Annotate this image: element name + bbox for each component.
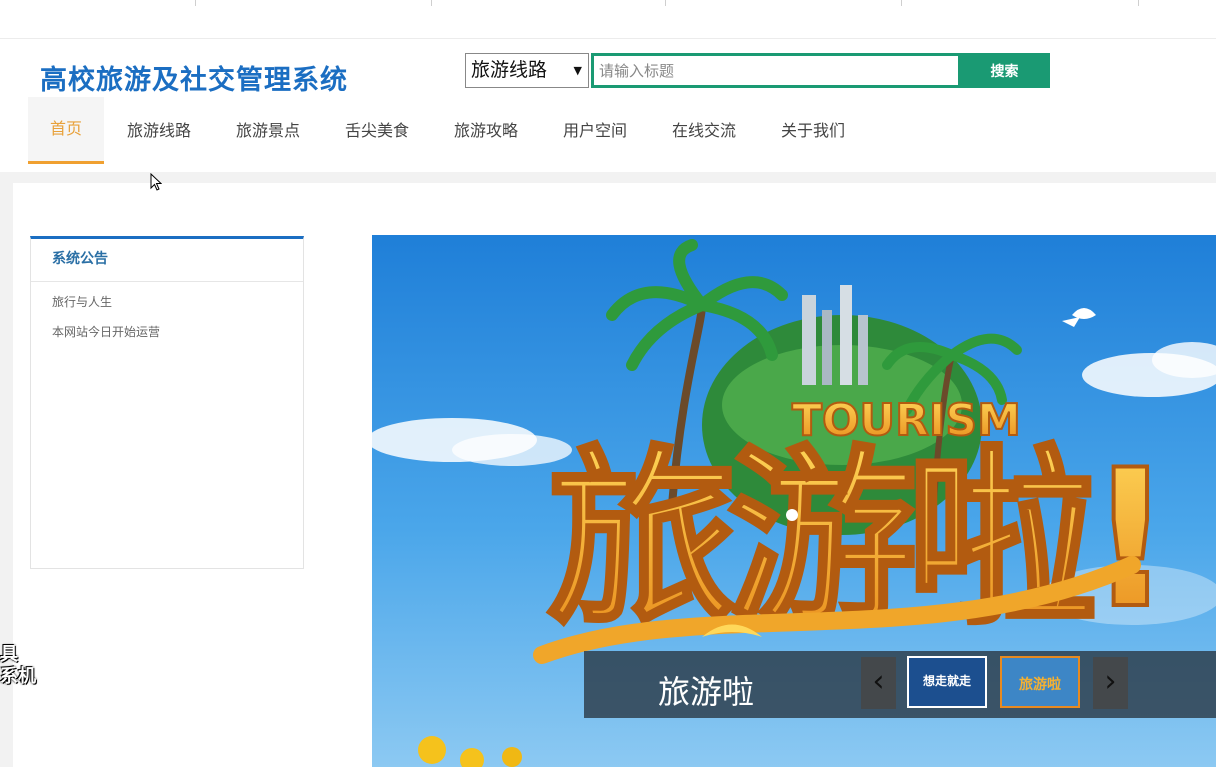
chevron-right-icon: › [1104,664,1117,699]
chevron-left-icon: ‹ [872,664,885,699]
notice-list: 旅行与人生 本网站今日开始运营 [31,282,303,350]
nav-item-about-us[interactable]: 关于我们 [758,97,868,164]
nav-item-routes[interactable]: 旅游线路 [104,97,214,164]
carousel-prev-button[interactable]: ‹ [861,657,896,709]
notice-panel: 系统公告 旅行与人生 本网站今日开始运营 [30,236,304,569]
nav-item-home[interactable]: 首页 [28,97,104,164]
overlay-side-label: 具 系机 [0,644,36,687]
nav-item-guides[interactable]: 旅游攻略 [432,97,540,164]
notice-title: 系统公告 [31,239,303,282]
notice-item[interactable]: 旅行与人生 [52,290,303,320]
tab-segment [195,0,432,6]
tab-segment [665,0,902,6]
search-category-value: 旅游线路 [471,59,548,81]
status-strip [968,758,1216,767]
search-category-select[interactable]: 旅游线路 ▼ [465,53,589,88]
thumbnail-label: 想走就走 [922,674,971,688]
thumbnail-label: 旅游啦 [1019,677,1061,693]
dropdown-arrow-icon: ▼ [573,64,582,77]
search-button[interactable]: 搜索 [959,53,1050,88]
carousel-thumbnail[interactable]: 想走就走 [907,656,987,708]
nav-item-online-chat[interactable]: 在线交流 [650,97,758,164]
notice-item[interactable]: 本网站今日开始运营 [52,320,303,350]
header-divider [0,38,1216,39]
carousel-thumbnail-active[interactable]: 旅游啦 [1000,656,1080,708]
nav-item-scenic-spots[interactable]: 旅游景点 [214,97,322,164]
carousel-next-button[interactable]: › [1093,657,1128,709]
site-title[interactable]: 高校旅游及社交管理系统 [40,58,348,97]
search-input[interactable] [591,53,961,88]
carousel-caption: 旅游啦 [658,673,755,711]
nav-item-user-space[interactable]: 用户空间 [540,97,650,164]
mouse-cursor-icon [150,172,163,195]
nav-item-food[interactable]: 舌尖美食 [322,97,432,164]
tab-segment [1138,0,1216,6]
main-nav: 首页 旅游线路 旅游景点 舌尖美食 旅游攻略 用户空间 在线交流 关于我们 [28,97,868,164]
